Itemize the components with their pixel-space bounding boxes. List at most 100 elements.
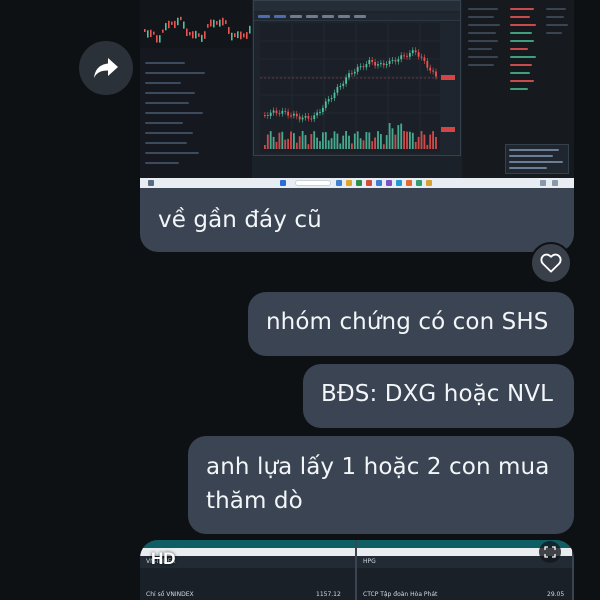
like-button[interactable]: [530, 242, 572, 284]
screenshot-watchlist-panel: [140, 0, 252, 178]
volume-bar: [374, 137, 376, 149]
candle-body: [319, 111, 321, 113]
mini-candle: [201, 34, 203, 42]
volume-bar: [417, 136, 420, 149]
volume-bar: [397, 125, 400, 149]
screenshot-info-tooltip: [505, 144, 569, 174]
volume-bar: [368, 132, 371, 149]
volume-bar: [281, 131, 284, 149]
media-message-bubble[interactable]: VN-INDEX Chỉ số VNINDEX 1157.12 HPG CTCP…: [140, 540, 574, 600]
volume-bar: [385, 135, 388, 149]
volume-bar: [423, 134, 426, 149]
message-text: nhóm chứng có con SHS: [266, 309, 549, 335]
volume-bar: [298, 136, 301, 149]
volume-bar: [380, 134, 382, 149]
volume-bar: [301, 131, 304, 149]
volume-bar: [345, 131, 347, 149]
candle-body: [414, 50, 417, 53]
volume-bar: [316, 137, 318, 149]
volume-bar: [403, 130, 405, 149]
mini-candle: [183, 21, 185, 29]
mini-candle: [246, 32, 248, 39]
candle-body: [359, 66, 362, 68]
volume-bar: [362, 140, 365, 149]
message-bubble[interactable]: anh lựa lấy 1 hoặc 2 con mua thăm dò: [188, 436, 574, 534]
candle-body: [304, 116, 307, 118]
volume-bar: [371, 141, 374, 149]
candle-body: [333, 92, 336, 99]
mini-candle: [153, 31, 155, 35]
message-text: BĐS: DXG hoặc NVL: [321, 381, 554, 407]
volume-bar: [327, 140, 330, 149]
volume-bar: [284, 139, 287, 149]
volume-bar: [411, 132, 414, 149]
volume-bar: [293, 133, 295, 149]
volume-bar: [336, 133, 339, 149]
mini-candle: [204, 31, 206, 39]
volume-bar: [269, 131, 272, 149]
volume-bar: [409, 131, 411, 149]
mini-candle: [192, 31, 194, 39]
mini-candle: [195, 30, 197, 39]
volume-bar: [377, 131, 379, 149]
expand-icon[interactable]: [539, 541, 561, 563]
volume-bar: [391, 128, 394, 149]
volume-bar: [339, 143, 342, 149]
mini-candle: [180, 16, 182, 21]
volume-bar: [348, 135, 350, 149]
volume-bar: [322, 132, 324, 149]
message-text-line: anh lựa lấy 1 hoặc 2 con mua: [206, 454, 550, 480]
volume-bar: [406, 131, 408, 149]
candle-body: [287, 111, 289, 116]
volume-bar: [313, 131, 316, 149]
volume-bar: [388, 123, 391, 149]
candle-body: [293, 113, 295, 116]
candle-body: [403, 55, 405, 57]
candle-body: [324, 101, 327, 108]
volume-bar: [382, 144, 385, 149]
volume-bar: [432, 131, 434, 149]
volume-bar: [394, 134, 397, 149]
shared-screenshot[interactable]: [140, 0, 574, 188]
mini-candle: [177, 17, 179, 26]
candle-body: [327, 99, 330, 102]
candle-body: [388, 60, 391, 65]
mini-candle: [237, 31, 239, 39]
volume-bar: [266, 134, 269, 149]
volume-bar: [359, 138, 362, 149]
share-button[interactable]: [79, 41, 133, 95]
candle-body: [411, 50, 414, 54]
image-message-bubble[interactable]: về gần đáy cũ: [140, 0, 574, 252]
candle-body: [264, 115, 266, 116]
mini-candle: [165, 23, 167, 31]
message-bubble[interactable]: BĐS: DXG hoặc NVL: [303, 364, 574, 428]
volume-bar: [330, 138, 333, 149]
candle-body: [307, 116, 310, 119]
mini-candle: [210, 19, 212, 27]
message-text-line: thăm dò: [206, 488, 303, 514]
media-right-title: HPG: [363, 558, 376, 565]
mini-candle: [243, 33, 245, 38]
candle-body: [382, 63, 385, 66]
share-forward-icon: [94, 58, 118, 78]
media-left-row-value: 1157.12: [316, 591, 341, 598]
volume-bar: [420, 131, 423, 149]
media-right-row-value: 29.05: [547, 591, 565, 598]
mini-candle: [159, 35, 161, 43]
candle-body: [330, 98, 333, 100]
candle-body: [365, 64, 368, 68]
mini-candle: [225, 20, 227, 24]
volume-bar: [435, 136, 437, 149]
candle-body: [342, 83, 345, 86]
candle-body: [351, 73, 353, 75]
volume-bar: [290, 131, 292, 149]
candle-body: [371, 59, 374, 62]
volume-bar: [264, 145, 266, 149]
candle-body: [374, 61, 376, 66]
mini-candle: [156, 35, 158, 43]
candle-body: [426, 60, 429, 68]
volume-bar: [353, 133, 356, 149]
message-bubble[interactable]: nhóm chứng có con SHS: [248, 292, 574, 356]
candle-body: [275, 110, 278, 114]
candlestick-chart: [260, 23, 456, 153]
